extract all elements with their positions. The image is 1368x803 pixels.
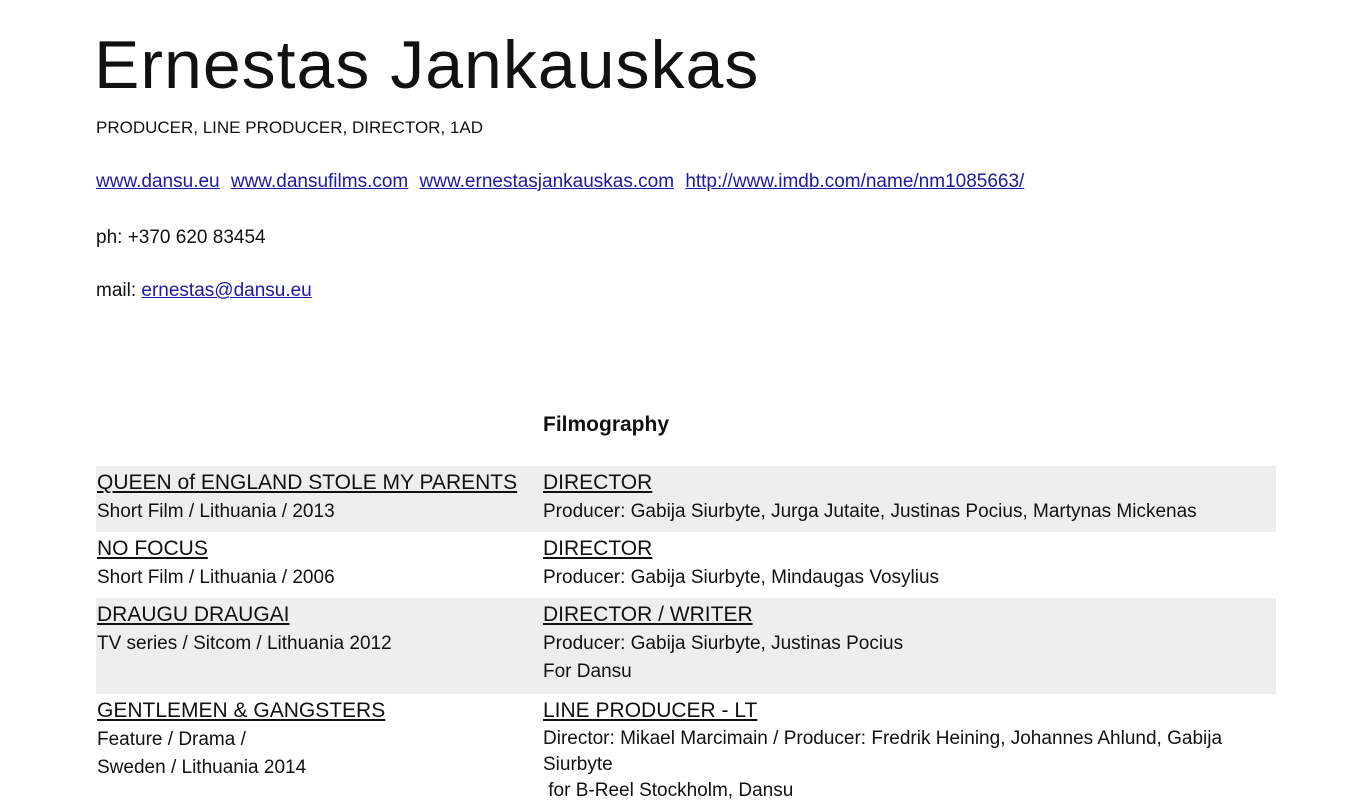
film-role[interactable]: DIRECTOR: [543, 469, 652, 497]
filmography-heading: Filmography: [543, 413, 670, 436]
film-details: Short Film / Lithuania / 2013: [97, 501, 335, 522]
film-info: DRAUGU DRAUGAI TV series / Sitcom / Lith…: [97, 601, 543, 690]
email-link[interactable]: ernestas@dansu.eu: [141, 280, 311, 301]
film-info: QUEEN of ENGLAND STOLE MY PARENTS Short …: [97, 469, 543, 528]
film-credit: DIRECTOR / WRITER Producer: Gabija Siurb…: [543, 601, 1276, 690]
film-title[interactable]: NO FOCUS: [97, 535, 208, 563]
film-role[interactable]: DIRECTOR / WRITER: [543, 601, 753, 629]
website-links: www.dansu.eu www.dansufilms.com www.erne…: [96, 171, 1030, 193]
film-credit: DIRECTOR Producer: Gabija Siurbyte, Mind…: [543, 535, 1276, 594]
film-credit: LINE PRODUCER - LT Director: Mikael Marc…: [543, 697, 1276, 801]
filmography-table: QUEEN of ENGLAND STOLE MY PARENTS Short …: [96, 466, 1276, 803]
film-credit: DIRECTOR Producer: Gabija Siurbyte, Jurg…: [543, 469, 1276, 528]
film-details: Feature / Drama /: [97, 729, 246, 750]
film-role[interactable]: LINE PRODUCER - LT: [543, 697, 757, 725]
resume-page: Ernestas Jankauskas PRODUCER, LINE PRODU…: [0, 0, 1368, 803]
film-producers: Producer: Gabija Siurbyte, Justinas Poci…: [543, 633, 904, 654]
person-name: Ernestas Jankauskas: [94, 27, 760, 103]
link-dansu[interactable]: www.dansu.eu: [96, 171, 220, 192]
film-title[interactable]: DRAUGU DRAUGAI: [97, 601, 290, 629]
film-details-country: Sweden / Lithuania 2014: [97, 757, 307, 778]
film-details: Short Film / Lithuania / 2006: [97, 567, 335, 588]
film-producers: Producer: Gabija Siurbyte, Jurga Jutaite…: [543, 501, 1197, 522]
film-producers: Producer: Gabija Siurbyte, Mindaugas Vos…: [543, 567, 940, 588]
film-row: QUEEN of ENGLAND STOLE MY PARENTS Short …: [96, 466, 1276, 532]
link-personal-site[interactable]: www.ernestasjankauskas.com: [420, 171, 675, 192]
film-row: DRAUGU DRAUGAI TV series / Sitcom / Lith…: [96, 598, 1276, 694]
film-company: for B-Reel Stockholm, Dansu: [543, 780, 794, 801]
film-producers: Director: Mikael Marcimain / Producer: F…: [543, 728, 1223, 775]
link-dansufilms[interactable]: www.dansufilms.com: [231, 171, 408, 192]
film-info: NO FOCUS Short Film / Lithuania / 2006: [97, 535, 543, 594]
film-title[interactable]: GENTLEMEN & GANGSTERS: [97, 697, 385, 725]
film-title[interactable]: QUEEN of ENGLAND STOLE MY PARENTS: [97, 469, 517, 497]
roles-line: PRODUCER, LINE PRODUCER, DIRECTOR, 1AD: [96, 118, 483, 137]
link-imdb[interactable]: http://www.imdb.com/name/nm1085663/: [685, 171, 1024, 192]
film-role[interactable]: DIRECTOR: [543, 535, 652, 563]
email-label: mail:: [96, 280, 137, 301]
film-company: For Dansu: [543, 661, 632, 682]
film-details: TV series / Sitcom / Lithuania 2012: [97, 633, 392, 654]
email-line: mail: ernestas@dansu.eu: [96, 280, 312, 302]
film-row: GENTLEMEN & GANGSTERS Feature / Drama / …: [96, 694, 1276, 803]
phone-number: ph: +370 620 83454: [96, 227, 266, 248]
film-info: GENTLEMEN & GANGSTERS Feature / Drama / …: [97, 697, 543, 800]
film-row: NO FOCUS Short Film / Lithuania / 2006 D…: [96, 532, 1276, 598]
